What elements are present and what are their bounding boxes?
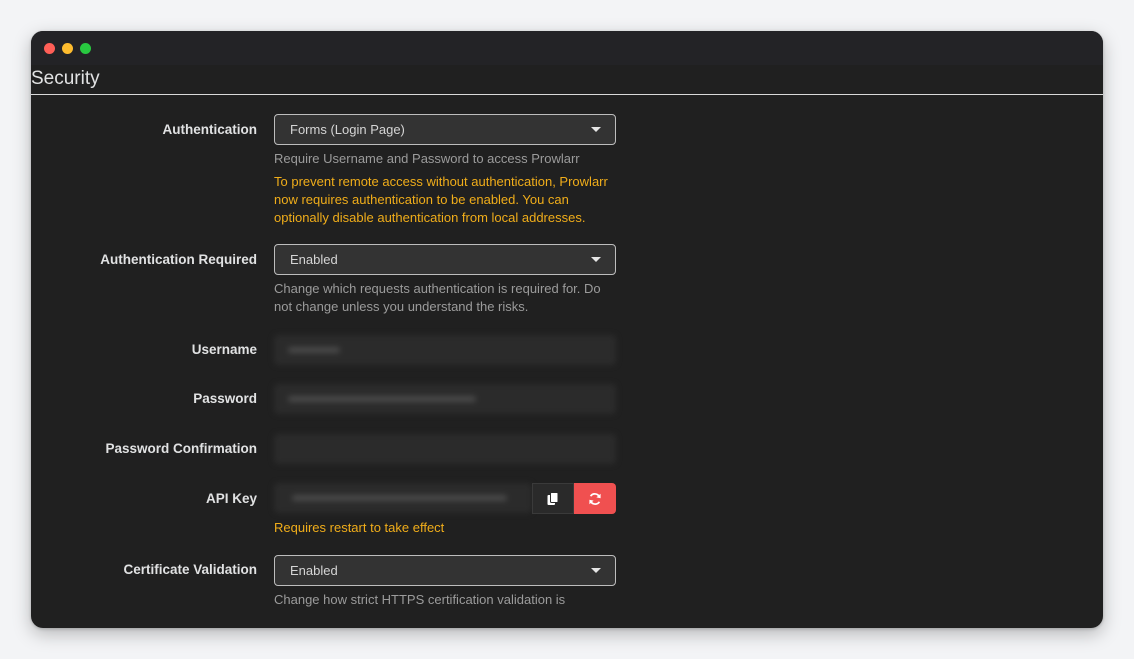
certificate-validation-help: Change how strict HTTPS certification va… <box>274 592 566 607</box>
caret-down-icon <box>591 257 601 262</box>
section-header: Security <box>31 65 1103 95</box>
section-title: Security <box>31 68 100 89</box>
authentication-required-select-value: Enabled <box>290 252 338 267</box>
api-key-input[interactable] <box>274 483 532 513</box>
api-key-warning: Requires restart to take effect <box>274 520 445 535</box>
api-key-redacted-value <box>292 495 507 501</box>
app-window: Security Authentication Forms (Login Pag… <box>31 31 1103 628</box>
copy-api-key-button[interactable] <box>532 483 574 514</box>
authentication-help: Require Username and Password to access … <box>274 151 580 166</box>
refresh-icon <box>589 492 601 505</box>
api-key-label: API Key <box>205 491 257 506</box>
caret-down-icon <box>591 127 601 132</box>
maximize-window-button[interactable] <box>80 43 91 54</box>
minimize-window-button[interactable] <box>62 43 73 54</box>
authentication-required-select[interactable]: Enabled <box>274 244 616 275</box>
username-label: Username <box>191 342 257 357</box>
certificate-validation-select[interactable]: Enabled <box>274 555 616 586</box>
password-confirmation-label: Password Confirmation <box>105 441 257 456</box>
authentication-select-value: Forms (Login Page) <box>290 122 405 137</box>
password-confirmation-input[interactable] <box>274 434 616 464</box>
api-key-actions <box>532 483 616 514</box>
certificate-validation-select-value: Enabled <box>290 563 338 578</box>
copy-icon <box>547 491 559 505</box>
caret-down-icon <box>591 568 601 573</box>
username-input[interactable] <box>274 335 616 365</box>
authentication-select[interactable]: Forms (Login Page) <box>274 114 616 145</box>
password-input[interactable] <box>274 384 616 414</box>
username-redacted-value <box>288 347 340 353</box>
authentication-required-label: Authentication Required <box>100 252 257 267</box>
authentication-required-help: Change which requests authentication is … <box>274 281 601 314</box>
password-label: Password <box>193 391 257 406</box>
title-bar <box>31 31 1103 65</box>
regenerate-api-key-button[interactable] <box>574 483 616 514</box>
password-redacted-value <box>288 396 476 402</box>
authentication-warning: To prevent remote access without authent… <box>274 174 608 225</box>
close-window-button[interactable] <box>44 43 55 54</box>
certificate-validation-label: Certificate Validation <box>123 562 257 577</box>
authentication-label: Authentication <box>162 122 258 137</box>
